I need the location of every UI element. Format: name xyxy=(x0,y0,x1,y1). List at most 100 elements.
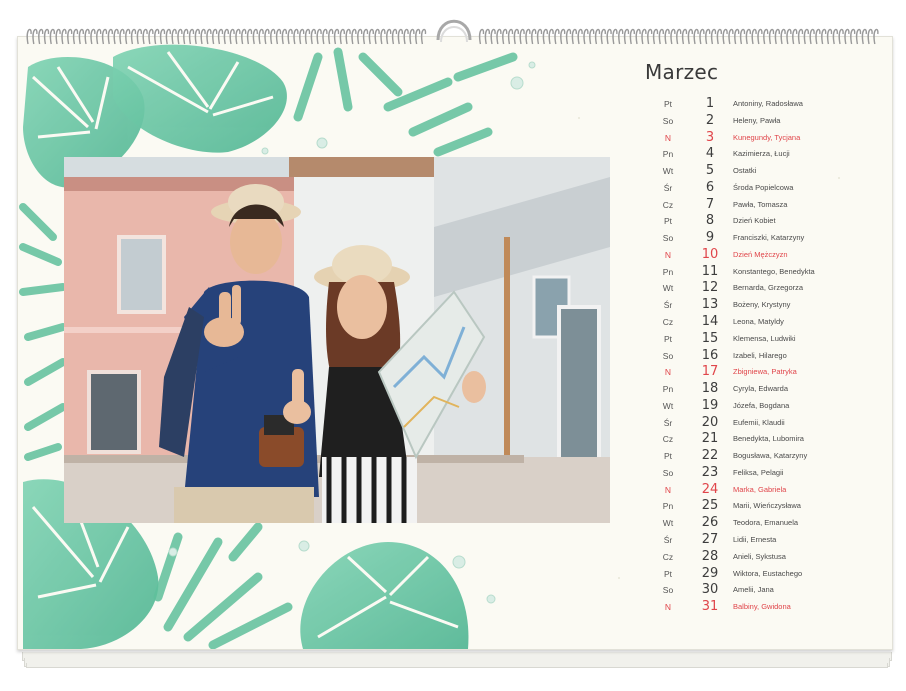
day-of-week: Pt xyxy=(663,568,673,579)
day-number: 3 xyxy=(705,129,715,145)
day-of-week: Pn xyxy=(662,266,674,277)
name-day-text: Cyryla, Edwarda xyxy=(733,384,789,394)
day-of-week: Śr xyxy=(663,182,673,193)
day-number: 4 xyxy=(705,146,715,162)
name-day-text: Środa Popielcowa xyxy=(733,182,794,192)
day-row: Cz 14 Leona, Matyldy xyxy=(640,314,880,331)
day-row: N 10 Dzień Mężczyzn xyxy=(640,247,880,264)
day-row: Pt 22 Bogusława, Katarzyny xyxy=(640,448,880,465)
day-of-week: Pt xyxy=(663,216,673,227)
name-day-text: Benedykta, Lubomira xyxy=(733,434,804,444)
day-of-week: Wt xyxy=(662,166,674,177)
name-day-text: Dzień Mężczyzn xyxy=(733,249,788,259)
name-day-text: Bogusława, Katarzyny xyxy=(733,451,808,461)
palm-leaf-icon xyxy=(293,47,518,157)
day-row: Pn 25 Marii, Wieńczysława xyxy=(640,498,880,515)
day-row: Śr 20 Eufemii, Klaudii xyxy=(640,415,880,432)
day-number: 21 xyxy=(701,431,719,447)
day-row: N 3 Kunegundy, Tycjana xyxy=(640,130,880,147)
day-number: 31 xyxy=(701,599,719,615)
day-number: 12 xyxy=(701,280,719,296)
day-row: Pt 29 Wiktora, Eustachego xyxy=(640,566,880,583)
day-number: 1 xyxy=(705,96,715,111)
day-row: Pt 1 Antoniny, Radosława xyxy=(640,96,880,113)
palm-leaf-icon xyxy=(19,203,67,461)
day-of-week: Cz xyxy=(662,551,674,562)
name-day-text: Marii, Wieńczysława xyxy=(733,501,801,511)
day-row: Wt 26 Teodora, Emanuela xyxy=(640,515,880,532)
name-day-text: Zbigniewa, Patryka xyxy=(733,367,797,377)
name-day-text: Antoniny, Radosława xyxy=(733,99,803,108)
day-number: 27 xyxy=(701,532,719,548)
day-of-week: Pt xyxy=(663,99,673,109)
day-row: So 23 Feliksa, Pelagii xyxy=(640,465,880,482)
palm-leaf-icon xyxy=(153,522,293,649)
day-row: Cz 21 Benedykta, Lubomira xyxy=(640,431,880,448)
day-of-week: N xyxy=(664,367,672,378)
day-number: 10 xyxy=(701,246,719,262)
name-day-text: Klemensa, Ludwiki xyxy=(733,333,796,343)
day-of-week: Śr xyxy=(663,300,673,311)
day-number: 24 xyxy=(701,481,719,497)
day-row: Wt 5 Ostatki xyxy=(640,163,880,180)
day-of-week: Cz xyxy=(662,434,674,445)
day-row: Pt 15 Klemensa, Ludwiki xyxy=(640,331,880,348)
day-of-week: Wt xyxy=(662,400,674,411)
name-day-text: Konstantego, Benedykta xyxy=(733,266,815,276)
day-number: 11 xyxy=(701,263,719,279)
day-row: So 2 Heleny, Pawła xyxy=(640,113,880,130)
name-day-text: Balbiny, Gwidona xyxy=(733,602,791,612)
name-day-text: Ostatki xyxy=(733,166,757,176)
name-day-text: Eufemii, Klaudii xyxy=(733,417,785,427)
name-day-text: Bożeny, Krystyny xyxy=(733,300,791,310)
day-number: 19 xyxy=(701,397,719,413)
day-of-week: N xyxy=(664,484,672,495)
day-of-week: So xyxy=(662,233,674,244)
month-title: Marzec xyxy=(645,60,719,84)
name-day-text: Pawła, Tomasza xyxy=(733,199,788,209)
day-number: 5 xyxy=(705,163,715,179)
name-day-text: Feliksa, Pelagii xyxy=(733,467,784,477)
name-day-text: Heleny, Pawła xyxy=(733,115,781,125)
day-of-week: So xyxy=(662,350,674,361)
day-of-week: Wt xyxy=(662,518,674,529)
day-of-week: N xyxy=(664,249,672,260)
day-of-week: Śr xyxy=(663,417,673,428)
name-day-text: Kazimierza, Łucji xyxy=(733,149,790,159)
day-number: 13 xyxy=(701,297,719,313)
calendar-back-page xyxy=(26,663,888,668)
monstera-leaf-icon xyxy=(300,542,469,649)
day-of-week: So xyxy=(662,115,674,126)
day-row: So 30 Amelii, Jana xyxy=(640,582,880,599)
day-number: 28 xyxy=(701,548,719,564)
day-row: N 31 Balbiny, Gwidona xyxy=(640,599,880,616)
name-day-text: Bernarda, Grzegorza xyxy=(733,283,804,293)
day-number: 9 xyxy=(705,230,715,246)
day-row: Cz 28 Anieli, Sykstusa xyxy=(640,549,880,566)
day-row: Wt 19 Józefa, Bogdana xyxy=(640,398,880,415)
hanger-hook-icon xyxy=(436,19,472,43)
day-number: 30 xyxy=(701,582,719,598)
day-row: Wt 12 Bernarda, Grzegorza xyxy=(640,280,880,297)
day-of-week: Cz xyxy=(662,317,674,327)
name-day-text: Leona, Matyldy xyxy=(733,317,784,326)
day-of-week: Pn xyxy=(662,501,674,512)
day-number: 25 xyxy=(701,498,719,514)
day-number: 14 xyxy=(701,314,719,329)
monstera-leaf-icon xyxy=(113,44,287,153)
day-row: Cz 7 Pawła, Tomasza xyxy=(640,197,880,214)
day-row: N 24 Marka, Gabriela xyxy=(640,482,880,499)
day-row: Śr 13 Bożeny, Krystyny xyxy=(640,297,880,314)
day-number: 7 xyxy=(705,196,715,212)
day-of-week: N xyxy=(664,132,672,143)
day-of-week: So xyxy=(662,585,674,596)
day-of-week: So xyxy=(662,467,674,478)
day-number: 26 xyxy=(701,515,719,531)
day-of-week: Pt xyxy=(663,333,673,344)
day-row: N 17 Zbigniewa, Patryka xyxy=(640,364,880,381)
name-day-text: Kunegundy, Tycjana xyxy=(733,132,801,142)
day-row: So 9 Franciszki, Katarzyny xyxy=(640,230,880,247)
name-day-text: Marka, Gabriela xyxy=(733,484,787,494)
day-row: Śr 6 Środa Popielcowa xyxy=(640,180,880,197)
day-row: Pn 11 Konstantego, Benedykta xyxy=(640,264,880,281)
